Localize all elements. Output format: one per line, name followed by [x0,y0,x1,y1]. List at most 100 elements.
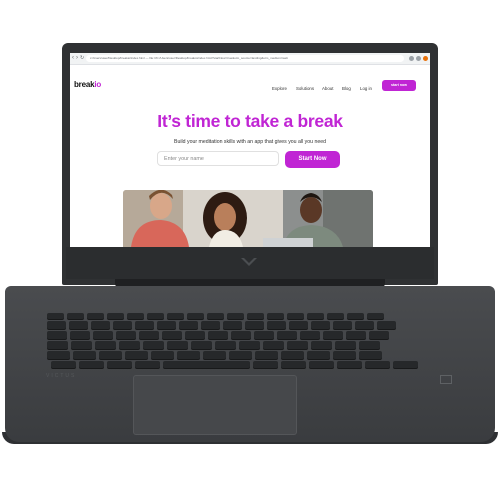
keyboard-key[interactable] [227,313,244,319]
keyboard-key[interactable] [47,331,67,339]
keyboard-key[interactable] [113,321,132,329]
keyboard-key[interactable] [99,351,122,359]
keyboard-key[interactable] [229,351,252,359]
keyboard-key[interactable] [281,361,306,368]
keyboard-key[interactable] [167,313,184,319]
keyboard-key[interactable] [208,331,228,339]
spacebar-key[interactable] [163,361,250,368]
reload-icon[interactable]: ↻ [80,55,84,62]
keyboard-key[interactable] [69,321,88,329]
keyboard-key[interactable] [127,313,144,319]
keyboard-key[interactable] [359,351,382,359]
keyboard-key[interactable] [359,341,380,349]
keyboard-key[interactable] [309,361,334,368]
arrow-left-icon[interactable]: ‹ [72,55,74,62]
keyboard-key[interactable] [67,313,84,319]
keyboard-key[interactable] [179,321,198,329]
keyboard-key[interactable] [107,361,132,368]
keyboard-key[interactable] [167,341,188,349]
start-now-button[interactable]: Start Now [285,151,340,168]
keyboard-key[interactable] [307,351,330,359]
keyboard-key[interactable] [239,341,260,349]
name-input[interactable] [157,151,279,166]
keyboard-key[interactable] [277,331,297,339]
keyboard-key[interactable] [369,331,389,339]
keyboard-key[interactable] [333,351,356,359]
keyboard-key[interactable] [247,313,264,319]
keyboard-key[interactable] [93,331,113,339]
keyboard-key[interactable] [107,313,124,319]
keyboard-key[interactable] [393,361,418,368]
keyboard-key[interactable] [377,321,396,329]
touchpad[interactable] [133,375,297,435]
keyboard-key[interactable] [95,341,116,349]
keyboard-key[interactable] [327,313,344,319]
nav-login[interactable]: Log in [360,86,372,91]
menu-icon[interactable] [423,56,428,61]
keyboard-key[interactable] [87,313,104,319]
keyboard-key[interactable] [231,331,251,339]
keyboard-key[interactable] [267,321,286,329]
keyboard-key[interactable] [135,321,154,329]
keyboard-key[interactable] [337,361,362,368]
keyboard-key[interactable] [47,313,64,319]
keyboard-key[interactable] [263,341,284,349]
keyboard-key[interactable] [355,321,374,329]
keyboard-key[interactable] [147,313,164,319]
keyboard-key[interactable] [162,331,182,339]
nav-explore[interactable]: Explore [272,86,287,91]
keyboard-key[interactable] [255,351,278,359]
keyboard-key[interactable] [300,331,320,339]
keyboard-key[interactable] [254,331,274,339]
arrow-right-icon[interactable]: › [76,55,78,62]
nav-blog[interactable]: Blog [342,86,351,91]
keyboard-key[interactable] [311,321,330,329]
keyboard-key[interactable] [47,341,68,349]
keyboard-key[interactable] [47,351,70,359]
keyboard-key[interactable] [185,331,205,339]
keyboard-key[interactable] [135,361,160,368]
header-start-button[interactable]: start now [382,80,416,91]
keyboard-key[interactable] [281,351,304,359]
keyboard-key[interactable] [143,341,164,349]
keyboard-key[interactable] [307,313,324,319]
keyboard-key[interactable] [333,321,352,329]
keyboard-key[interactable] [71,341,92,349]
keyboard-key[interactable] [47,321,66,329]
keyboard-key[interactable] [151,351,174,359]
keyboard-key[interactable] [201,321,220,329]
site-logo[interactable]: breakio [74,80,101,89]
keyboard-key[interactable] [287,313,304,319]
keyboard-key[interactable] [335,341,356,349]
keyboard-key[interactable] [323,331,343,339]
keyboard-key[interactable] [367,313,384,319]
nav-solutions[interactable]: Solutions [296,86,314,91]
keyboard-key[interactable] [73,351,96,359]
keyboard-key[interactable] [187,313,204,319]
keyboard-key[interactable] [91,321,110,329]
keyboard-key[interactable] [177,351,200,359]
keyboard-key[interactable] [79,361,104,368]
keyboard-key[interactable] [51,361,76,368]
keyboard-key[interactable] [223,321,242,329]
address-bar[interactable]: c:/Users/user/Desktop/breakio/index.html… [86,55,404,62]
keyboard-key[interactable] [157,321,176,329]
keyboard-key[interactable] [245,321,264,329]
keyboard-key[interactable] [215,341,236,349]
keyboard-key[interactable] [203,351,226,359]
keyboard-key[interactable] [116,331,136,339]
keyboard-key[interactable] [191,341,212,349]
keyboard-key[interactable] [267,313,284,319]
keyboard-key[interactable] [365,361,390,368]
profile-icon[interactable] [416,56,421,61]
keyboard-key[interactable] [289,321,308,329]
keyboard-key[interactable] [311,341,332,349]
keyboard-key[interactable] [347,313,364,319]
keyboard-key[interactable] [70,331,90,339]
keyboard-key[interactable] [125,351,148,359]
extension-icon[interactable] [409,56,414,61]
keyboard-key[interactable] [287,341,308,349]
keyboard-key[interactable] [139,331,159,339]
nav-about[interactable]: About [322,86,333,91]
keyboard-key[interactable] [119,341,140,349]
